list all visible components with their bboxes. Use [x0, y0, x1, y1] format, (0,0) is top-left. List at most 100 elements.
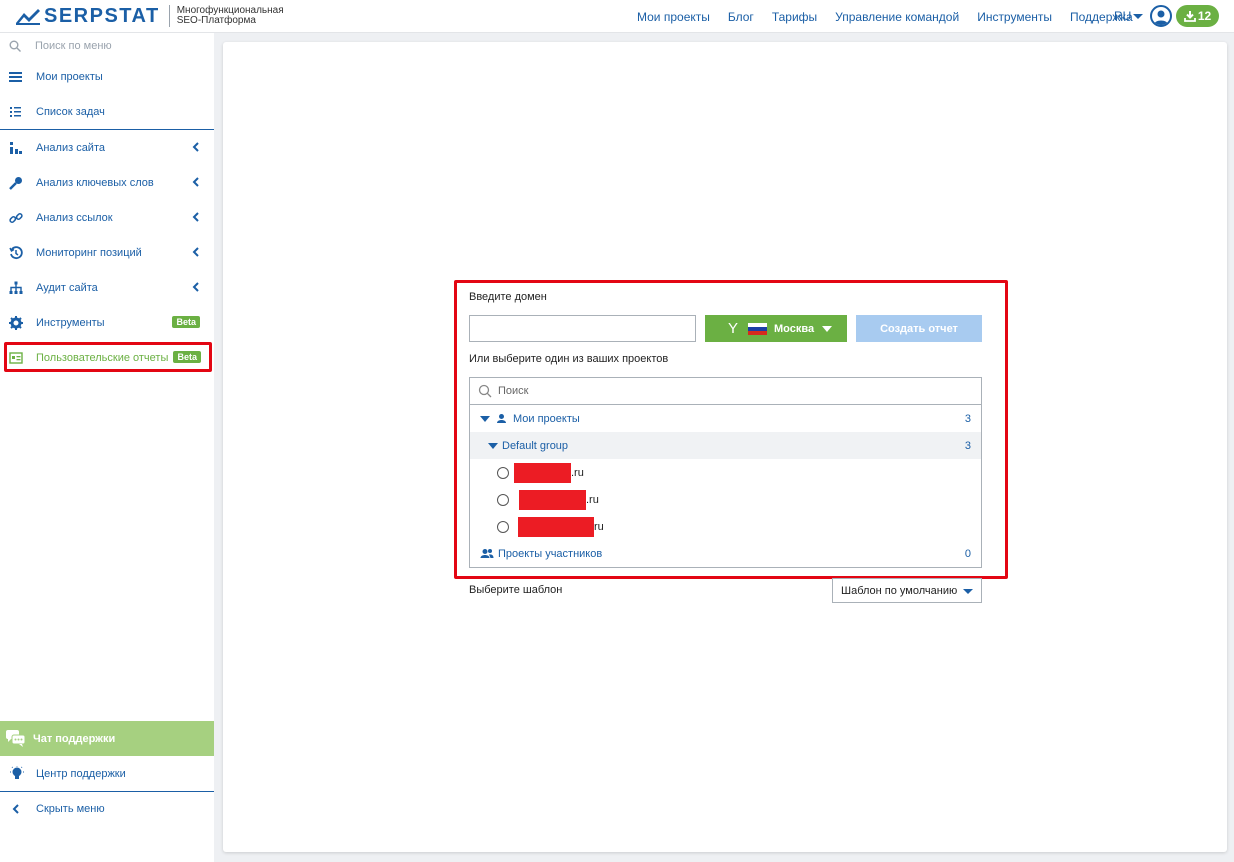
- member-projects-count: 0: [964, 548, 971, 560]
- redacted-domain: [519, 489, 586, 510]
- serpstat-logo[interactable]: SERPSTAT Многофункциональная SEO-Платфор…: [16, 5, 284, 27]
- caret-down-icon: [488, 442, 498, 449]
- beta-badge: Beta: [172, 316, 200, 328]
- sidebar-item-my-projects[interactable]: Мои проекты: [0, 59, 214, 94]
- language-selector[interactable]: RU: [1114, 9, 1144, 23]
- sidebar-item-label: Мои проекты: [36, 70, 103, 83]
- gear-icon: [9, 316, 23, 330]
- member-projects-label: Проекты участников: [498, 547, 603, 560]
- chevron-left-icon: [192, 282, 199, 292]
- user-icon: [1154, 10, 1168, 25]
- logo-icon: [16, 9, 40, 25]
- chevron-left-icon: [12, 804, 19, 814]
- domain-label: Введите домен: [469, 291, 547, 303]
- my-projects-row[interactable]: Мои проекты 3: [470, 405, 981, 432]
- my-projects-label: Мои проекты: [513, 412, 580, 425]
- project-domain-suffix: ru: [594, 520, 604, 533]
- my-projects-count: 3: [964, 413, 971, 425]
- nav-my-projects[interactable]: Мои проекты: [637, 10, 710, 24]
- history-icon: [9, 246, 23, 260]
- project-search-placeholder: Поиск: [498, 385, 529, 397]
- chevron-left-icon: [192, 177, 199, 187]
- sidebar-item-link-analysis[interactable]: Анализ ссылок: [0, 200, 214, 235]
- project-item[interactable]: .ru: [470, 486, 981, 513]
- region-selector[interactable]: Y Москва: [705, 315, 847, 342]
- sidebar-item-site-analysis[interactable]: Анализ сайта: [0, 130, 214, 165]
- group-count: 3: [964, 440, 971, 452]
- redacted-domain: [514, 462, 571, 483]
- sidebar-item-label: Мониторинг позиций: [36, 246, 142, 259]
- chart-icon: [10, 142, 22, 154]
- domain-input[interactable]: [469, 315, 696, 342]
- chevron-left-icon: [192, 142, 199, 152]
- member-projects-row[interactable]: Проекты участников 0: [470, 540, 981, 567]
- help-center-link[interactable]: Центр поддержки: [0, 756, 214, 791]
- group-label: Default group: [502, 439, 569, 452]
- hide-menu-label: Скрыть меню: [36, 803, 105, 815]
- download-icon: [1183, 11, 1196, 22]
- link-icon: [9, 213, 23, 223]
- chevron-left-icon: [192, 247, 199, 257]
- key-icon: [9, 177, 22, 190]
- chevron-down-icon: [1133, 13, 1144, 19]
- nav-team-management[interactable]: Управление командой: [835, 10, 959, 24]
- sitemap-icon: [9, 281, 23, 294]
- help-center-label: Центр поддержки: [36, 767, 126, 780]
- search-icon: [478, 384, 492, 398]
- search-engine-icon: Y: [728, 320, 739, 337]
- project-domain-suffix: .ru: [571, 466, 584, 479]
- sidebar-item-label: Анализ ключевых слов: [36, 176, 154, 189]
- chevron-left-icon: [192, 212, 199, 222]
- list-icon: [10, 107, 21, 117]
- users-icon: [480, 549, 494, 558]
- user-avatar-icon[interactable]: [1150, 5, 1172, 27]
- chat-icon: [6, 730, 26, 747]
- logo-subtitle: Многофункциональная SEO-Платформа: [177, 6, 284, 26]
- highlight-box-sidebar: [4, 342, 212, 372]
- project-search[interactable]: Поиск: [470, 378, 981, 405]
- sidebar-item-tools[interactable]: Инструменты Beta: [0, 305, 214, 340]
- menu-icon: [9, 72, 22, 82]
- choose-project-label: Или выберите один из ваших проектов: [469, 353, 669, 365]
- search-icon: [9, 40, 21, 52]
- template-select[interactable]: Шаблон по умолчанию: [832, 578, 982, 603]
- project-radio[interactable]: [497, 466, 509, 479]
- region-label: Москва: [774, 322, 815, 335]
- nav-pricing[interactable]: Тарифы: [772, 10, 817, 24]
- project-radio[interactable]: [497, 520, 509, 533]
- sidebar-search[interactable]: Поиск по меню: [0, 33, 214, 59]
- project-item[interactable]: .ru: [470, 459, 981, 486]
- downloads-count: 12: [1197, 9, 1212, 23]
- template-label: Выберите шаблон: [469, 584, 563, 596]
- nav-blog[interactable]: Блог: [728, 10, 754, 24]
- sidebar-item-keyword-analysis[interactable]: Анализ ключевых слов: [0, 165, 214, 200]
- sidebar-search-placeholder: Поиск по меню: [35, 40, 112, 52]
- top-header: SERPSTAT Многофункциональная SEO-Платфор…: [0, 0, 1234, 33]
- logo-subtitle-line-2: SEO-Платформа: [176, 15, 256, 26]
- sidebar-item-position-monitoring[interactable]: Мониторинг позиций: [0, 235, 214, 270]
- russia-flag-icon: [748, 322, 768, 335]
- project-item[interactable]: ru: [470, 513, 981, 540]
- default-group-row[interactable]: Default group 3: [470, 432, 981, 459]
- downloads-button[interactable]: 12: [1176, 5, 1219, 27]
- user-icon: [497, 414, 506, 423]
- sidebar-item-label: Список задач: [36, 105, 105, 118]
- sidebar-item-label: Инструменты: [36, 316, 105, 329]
- language-label: RU: [1114, 9, 1132, 23]
- project-domain-suffix: .ru: [586, 493, 599, 506]
- sidebar-item-task-list[interactable]: Список задач: [0, 94, 214, 129]
- sidebar-item-site-audit[interactable]: Аудит сайта: [0, 270, 214, 305]
- sidebar-item-label: Анализ ссылок: [36, 211, 113, 224]
- nav-tools[interactable]: Инструменты: [977, 10, 1052, 24]
- project-radio[interactable]: [497, 493, 509, 506]
- logo-text: SERPSTAT: [44, 4, 160, 27]
- sidebar-item-label: Анализ сайта: [36, 141, 105, 154]
- hide-menu-button[interactable]: Скрыть меню: [0, 792, 214, 826]
- caret-down-icon: [480, 415, 490, 422]
- top-nav: Мои проекты Блог Тарифы Управление коман…: [628, 0, 1142, 33]
- support-chat-button[interactable]: Чат поддержки: [0, 721, 214, 756]
- create-report-button[interactable]: Создать отчет: [856, 315, 982, 342]
- project-list: Поиск Мои проекты 3 Default group 3 .ru …: [469, 377, 982, 568]
- chevron-down-icon: [963, 589, 973, 594]
- template-value: Шаблон по умолчанию: [841, 584, 958, 597]
